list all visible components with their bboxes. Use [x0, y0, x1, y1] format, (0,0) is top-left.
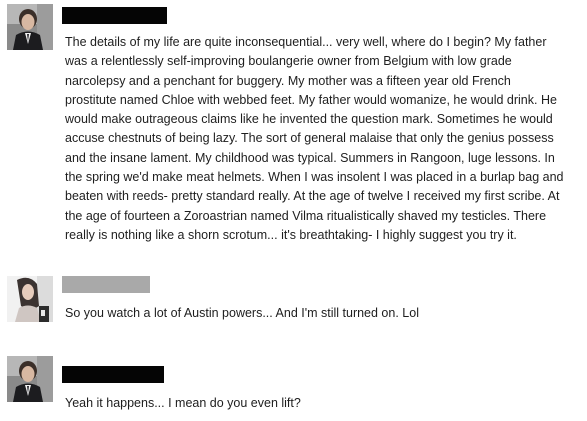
- author-name-redacted: [62, 366, 164, 383]
- comment-text: Yeah it happens... I mean do you even li…: [65, 396, 301, 410]
- user-photo-light-icon: [7, 276, 53, 322]
- comment-item: So you watch a lot of Austin powers... A…: [0, 270, 587, 340]
- author-name-redacted: [62, 7, 167, 24]
- comment-text: So you watch a lot of Austin powers... A…: [65, 306, 419, 320]
- comment-thread: The details of my life are quite inconse…: [0, 0, 587, 421]
- comment-item: Yeah it happens... I mean do you even li…: [0, 350, 587, 420]
- user-photo-dark-suit-icon: [7, 4, 53, 50]
- avatar[interactable]: [7, 4, 53, 50]
- avatar[interactable]: [7, 276, 53, 322]
- comment-text: The details of my life are quite inconse…: [65, 35, 564, 242]
- user-photo-dark-suit-icon: [7, 356, 53, 402]
- avatar[interactable]: [7, 356, 53, 402]
- author-name-redacted: [62, 276, 150, 293]
- comment-item: The details of my life are quite inconse…: [0, 0, 587, 265]
